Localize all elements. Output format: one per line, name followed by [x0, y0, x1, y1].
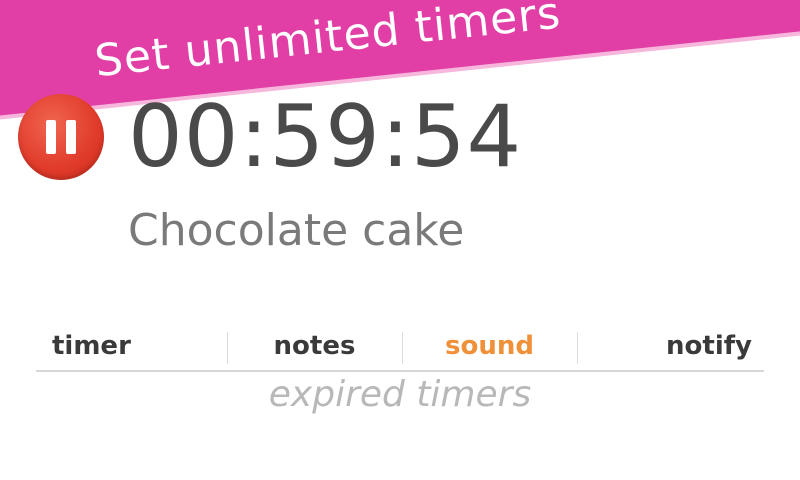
expired-timers-link[interactable]: expired timers	[0, 374, 800, 415]
app-screen: Set unlimited timers 00:59:54 Chocolate …	[0, 0, 800, 480]
tab-timer[interactable]: timer	[36, 322, 227, 370]
timer-row: 00:59:54	[18, 92, 522, 182]
tab-sound[interactable]: sound	[402, 322, 577, 370]
timer-countdown: 00:59:54	[128, 87, 523, 187]
timer-name[interactable]: Chocolate cake	[128, 205, 464, 256]
tab-notify[interactable]: notify	[577, 322, 764, 370]
tab-bar: timer notes sound notify	[36, 322, 764, 372]
pause-icon	[46, 120, 76, 154]
tab-notes[interactable]: notes	[227, 322, 402, 370]
promo-banner-text: Set unlimited timers	[92, 0, 564, 88]
pause-button[interactable]	[18, 94, 104, 180]
